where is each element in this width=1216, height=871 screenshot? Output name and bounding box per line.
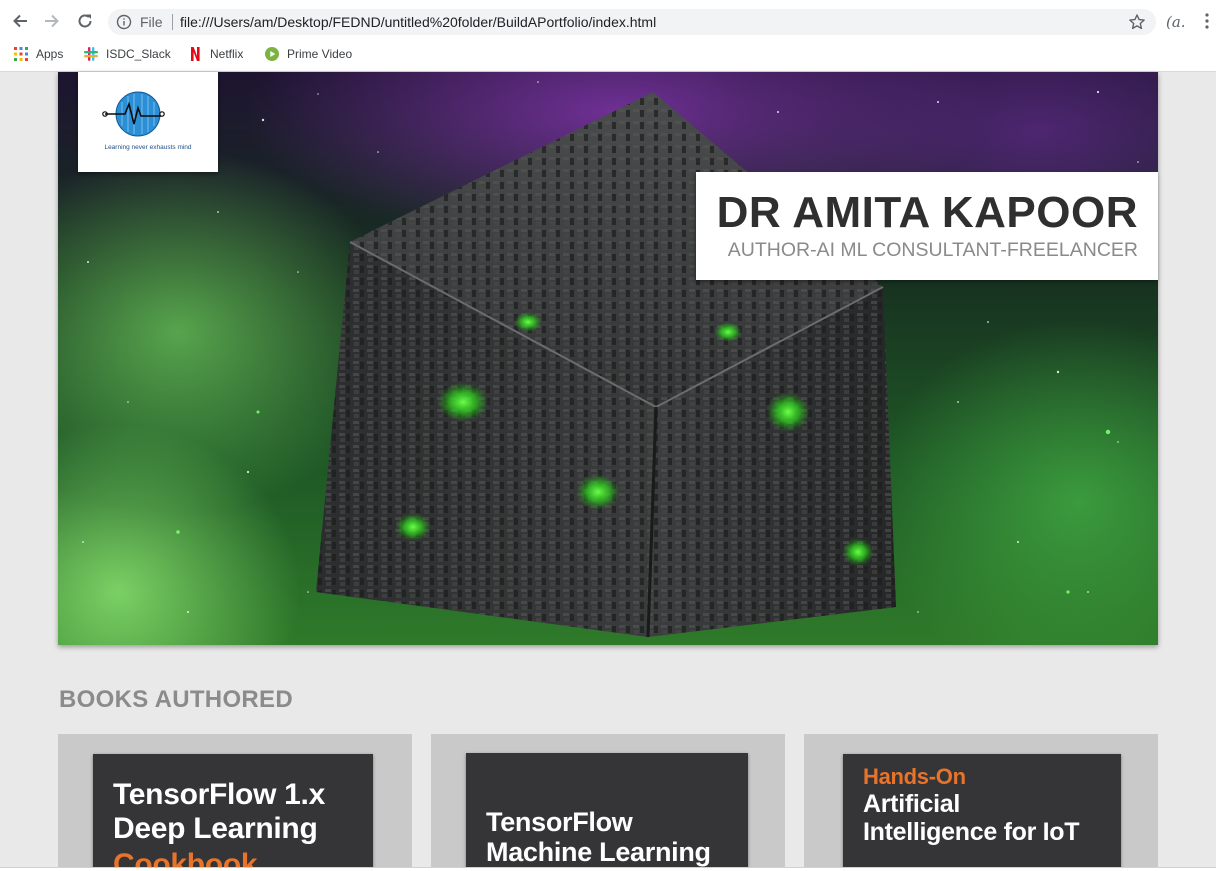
bookmark-star-icon[interactable] [1128, 13, 1146, 31]
more-menu-icon[interactable] [1203, 12, 1211, 30]
address-bar[interactable]: File file:///Users/am/Desktop/FEDND/unti… [108, 9, 1156, 35]
hero-banner [58, 72, 1158, 645]
person-role: AUTHOR-AI ML CONSULTANT-FREELANCER [727, 239, 1138, 261]
book-title-line: TensorFlow [486, 807, 633, 837]
book-cover-image[interactable]: TensorFlow Machine Learning [466, 753, 748, 871]
book-title-line: Hands-On [863, 764, 966, 789]
profile-button[interactable]: (a. [1166, 13, 1186, 31]
info-icon[interactable] [116, 14, 132, 30]
book-title-line: TensorFlow 1.x [113, 778, 325, 811]
borg-cube-image [316, 92, 896, 638]
bookmark-isdc-slack[interactable]: ISDC_Slack [84, 46, 171, 62]
reload-button[interactable] [73, 9, 97, 33]
apps-grid-icon [14, 47, 28, 61]
name-card: DR AMITA KAPOOR AUTHOR-AI ML CONSULTANT-… [696, 172, 1158, 280]
brain-circuit-logo-icon [102, 91, 165, 137]
book-title-line: Deep Learning [113, 812, 318, 845]
book-cover-image[interactable]: Hands-On Artificial Intelligence for IoT [843, 754, 1121, 871]
book-title-line: Artificial [863, 790, 961, 818]
person-name: DR AMITA KAPOOR [716, 188, 1138, 237]
bookmark-label: ISDC_Slack [106, 47, 171, 61]
arrow-right-icon [45, 14, 59, 28]
bookmark-prime-video[interactable]: Prime Video [265, 46, 352, 62]
bookmark-label: Netflix [210, 47, 244, 61]
scheme-label: File [140, 14, 163, 30]
bookmark-label: Prime Video [287, 47, 353, 61]
url-text[interactable]: file:///Users/am/Desktop/FEDND/untitled%… [180, 14, 656, 30]
arrow-left-icon [13, 14, 27, 28]
book-title-line: Machine Learning [486, 837, 711, 867]
books-section-title: BOOKS AUTHORED [59, 686, 293, 713]
logo-card[interactable]: Learning never exhausts mind [78, 72, 218, 172]
bookmark-label: Apps [36, 47, 64, 61]
browser-toolbar: File file:///Users/am/Desktop/FEDND/unti… [0, 0, 1216, 42]
omnibox-divider [172, 14, 173, 30]
book-card[interactable]: TensorFlow 1.x Deep Learning Cookbook [58, 734, 412, 871]
prime-video-icon [265, 47, 279, 61]
browser-chrome: File file:///Users/am/Desktop/FEDND/unti… [0, 0, 1216, 72]
book-cover-image[interactable]: TensorFlow 1.x Deep Learning Cookbook [93, 754, 373, 871]
bookmarks-bar: Apps ISDC_Slack Netflix Prime Video [0, 42, 1216, 66]
bookmark-netflix[interactable]: Netflix [188, 46, 243, 62]
book-title-line: Intelligence for IoT [863, 818, 1080, 846]
netflix-icon [188, 47, 202, 61]
logo-tagline: Learning never exhausts mind [104, 144, 192, 151]
slack-icon [84, 47, 98, 61]
reload-icon [78, 14, 92, 28]
bookmark-apps[interactable]: Apps [14, 46, 63, 62]
forward-button[interactable] [40, 9, 64, 33]
back-button[interactable] [8, 9, 32, 33]
viewport-bottom-edge [0, 867, 1216, 871]
book-card[interactable]: Hands-On Artificial Intelligence for IoT [804, 734, 1158, 871]
book-card[interactable]: TensorFlow Machine Learning [431, 734, 785, 871]
